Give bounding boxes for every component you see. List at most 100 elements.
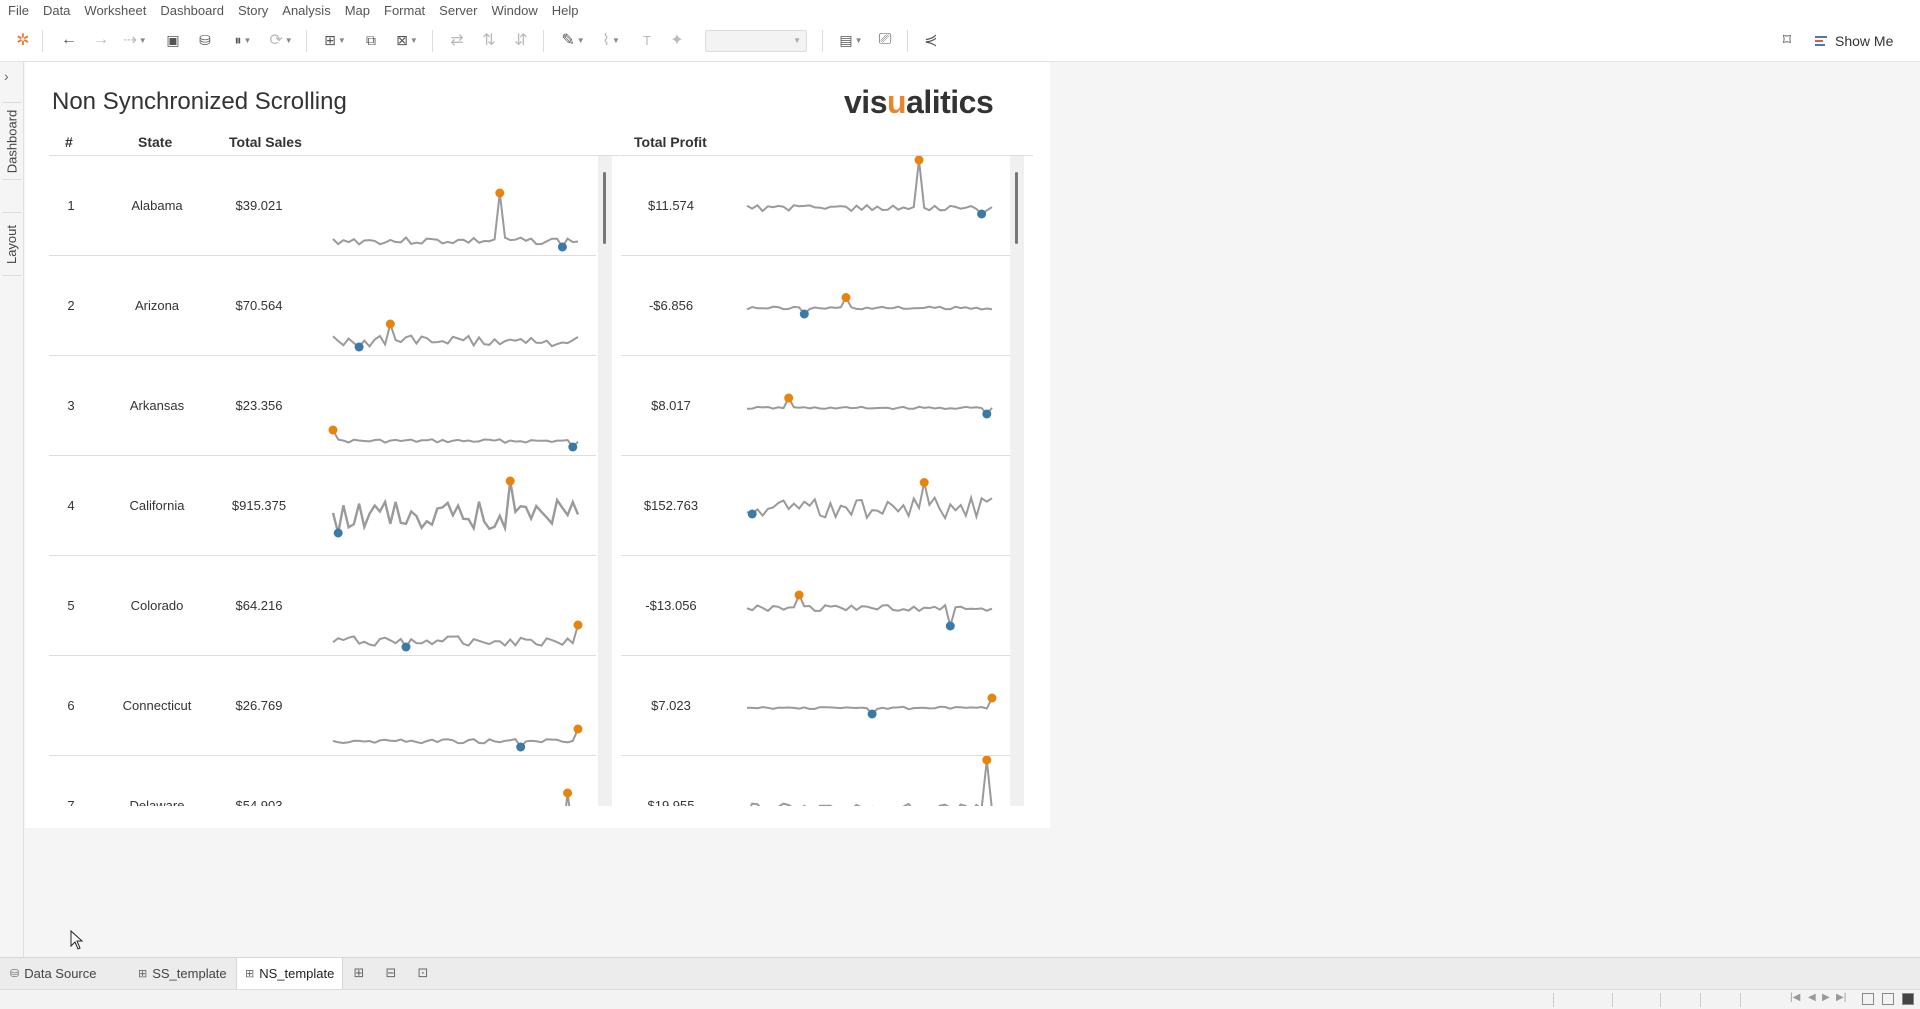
table-row[interactable]: 2 Arizona $70.564 — [49, 256, 596, 356]
sparkline-path — [746, 395, 993, 416]
menu-story[interactable]: Story — [238, 3, 268, 18]
tab-ss-template-label: SS_template — [152, 966, 227, 981]
pause-icon[interactable]: ⏸ ▼ — [226, 28, 260, 52]
tab-ss-template[interactable]: ⊞ SS_template — [130, 958, 235, 989]
menu-map[interactable]: Map — [345, 3, 370, 18]
refresh-icon[interactable]: ⟳ ▼ — [264, 28, 298, 52]
menu-worksheet[interactable]: Worksheet — [84, 3, 146, 18]
share-icon[interactable]: ⋞ — [920, 28, 942, 52]
new-worksheet-icon[interactable]: ⊞ ▼ — [318, 28, 352, 52]
sparkline-path — [746, 482, 993, 521]
header-num: # — [65, 134, 73, 150]
menu-data[interactable]: Data — [43, 3, 70, 18]
duplicate-icon[interactable]: ⧉ — [360, 28, 382, 52]
redo-icon[interactable]: → — [90, 28, 112, 52]
sales-scrollbar[interactable] — [598, 156, 612, 806]
sorter-view-icon[interactable] — [1882, 993, 1894, 1005]
new-dashboard-tab-icon[interactable]: ⊟ — [382, 965, 400, 981]
min-marker — [568, 442, 578, 452]
max-marker — [982, 756, 992, 765]
labels-icon[interactable]: T — [636, 28, 658, 52]
table-row[interactable]: 5 Colorado $64.216 — [49, 556, 596, 656]
table-row[interactable]: -$6.856 — [621, 256, 1010, 356]
sparkline — [332, 620, 583, 652]
sort-ascending-icon[interactable]: ⇅ — [478, 28, 500, 52]
new-story-tab-icon[interactable]: ⊡ — [414, 965, 432, 981]
profit-scrollbar[interactable] — [1010, 156, 1024, 806]
fix-axes-icon[interactable]: ✦ — [666, 28, 688, 52]
table-row[interactable]: $11.574 — [621, 156, 1010, 256]
clear-icon[interactable]: ⊠ ▼ — [390, 28, 424, 52]
menu-analysis[interactable]: Analysis — [282, 3, 330, 18]
table-row[interactable]: 1 Alabama $39.021 — [49, 156, 596, 256]
fit-select[interactable]: ▼ — [705, 30, 807, 52]
sparkline — [746, 156, 993, 219]
max-marker — [563, 788, 573, 798]
expand-panel-icon[interactable]: › — [4, 68, 9, 84]
min-marker — [557, 242, 567, 252]
undo-icon[interactable]: ← — [58, 28, 80, 52]
table-row[interactable]: 4 California $915.375 — [49, 456, 596, 556]
new-worksheet-tab-icon[interactable]: ⊞ — [350, 965, 368, 981]
presentation-icon[interactable]: ⎚ — [874, 28, 896, 52]
first-sheet-icon[interactable]: |◀ — [1790, 992, 1800, 1003]
sparkline — [563, 788, 573, 806]
profit-panel[interactable]: $11.574 -$6.856 $8.017 $152.763 -$13.056 $7.0… — [621, 156, 1033, 806]
max-marker — [385, 319, 395, 329]
sparkline — [331, 476, 580, 538]
show-me-button[interactable]: Show Me — [1815, 29, 1893, 53]
max-marker — [914, 156, 924, 165]
tab-dashboard[interactable]: Dashboard — [2, 102, 22, 180]
menu-format[interactable]: Format — [384, 3, 425, 18]
profit-scroll-thumb[interactable] — [1015, 172, 1018, 244]
swap-icon[interactable]: ⇄ — [446, 28, 468, 52]
highlight-icon[interactable]: ✎ ▼ — [556, 28, 590, 52]
menu-window[interactable]: Window — [491, 3, 537, 18]
sparkline — [328, 425, 579, 452]
tab-ns-template-label: NS_template — [259, 966, 335, 981]
sparkline — [749, 756, 993, 806]
menu-dashboard[interactable]: Dashboard — [160, 3, 224, 18]
filmstrip-view-icon[interactable] — [1862, 993, 1874, 1005]
table-row[interactable]: $7.023 — [621, 656, 1010, 756]
sales-panel[interactable]: 1 Alabama $39.021 2 Arizona $70.564 3 Arkansas $… — [49, 156, 620, 806]
pin-icon[interactable]: ⌑ — [1776, 28, 1798, 52]
replay-icon[interactable]: ⇢ ▼ — [120, 28, 150, 52]
cards-icon[interactable]: ▤ ▼ — [834, 28, 868, 52]
side-panel: › Dashboard Layout — [0, 62, 24, 957]
next-sheet-icon[interactable]: ▶ — [1822, 992, 1830, 1003]
sparkline-path — [746, 295, 993, 316]
sparkline-path — [332, 728, 579, 749]
sort-descending-icon[interactable]: ⇵ — [510, 28, 532, 52]
dashboard-title: Non Synchronized Scrolling — [52, 88, 347, 115]
min-marker — [516, 742, 526, 752]
table-row[interactable]: 3 Arkansas $23.356 — [49, 356, 596, 456]
tab-layout[interactable]: Layout — [2, 212, 22, 276]
tab-data-source[interactable]: ⛁ Data Source — [2, 958, 104, 989]
menu-server[interactable]: Server — [439, 3, 477, 18]
tab-ns-template[interactable]: ⊞ NS_template — [236, 958, 344, 989]
prev-sheet-icon[interactable]: ◀ — [1808, 992, 1816, 1003]
max-marker — [794, 590, 804, 600]
table-row[interactable]: $19.955 — [621, 756, 1010, 806]
table-row[interactable]: 7 Delaware $54.903 — [49, 756, 596, 806]
save-icon[interactable]: ▣ — [162, 28, 184, 52]
group-icon[interactable]: ⌇ ▼ — [594, 28, 628, 52]
last-sheet-icon[interactable]: ▶| — [1836, 992, 1846, 1003]
sparkline-path — [746, 159, 993, 216]
tableau-logo-icon[interactable]: ✲ — [12, 28, 34, 52]
table-row[interactable]: 6 Connecticut $26.769 — [49, 656, 596, 756]
sales-scroll-thumb[interactable] — [603, 172, 606, 244]
table-row[interactable]: $152.763 — [621, 456, 1010, 556]
tabs-view-icon[interactable] — [1902, 993, 1914, 1005]
max-marker — [841, 293, 851, 302]
table-row[interactable]: $8.017 — [621, 356, 1010, 456]
max-marker — [919, 478, 929, 487]
menu-file[interactable]: File — [8, 3, 29, 18]
grid-icon: ⊞ — [138, 968, 148, 980]
new-datasource-icon[interactable]: ⛁ — [194, 28, 216, 52]
sparkline — [332, 188, 579, 252]
table-row[interactable]: -$13.056 — [621, 556, 1010, 656]
status-bar: |◀ ◀ ▶ ▶| — [0, 989, 1920, 1009]
menu-help[interactable]: Help — [552, 3, 579, 18]
